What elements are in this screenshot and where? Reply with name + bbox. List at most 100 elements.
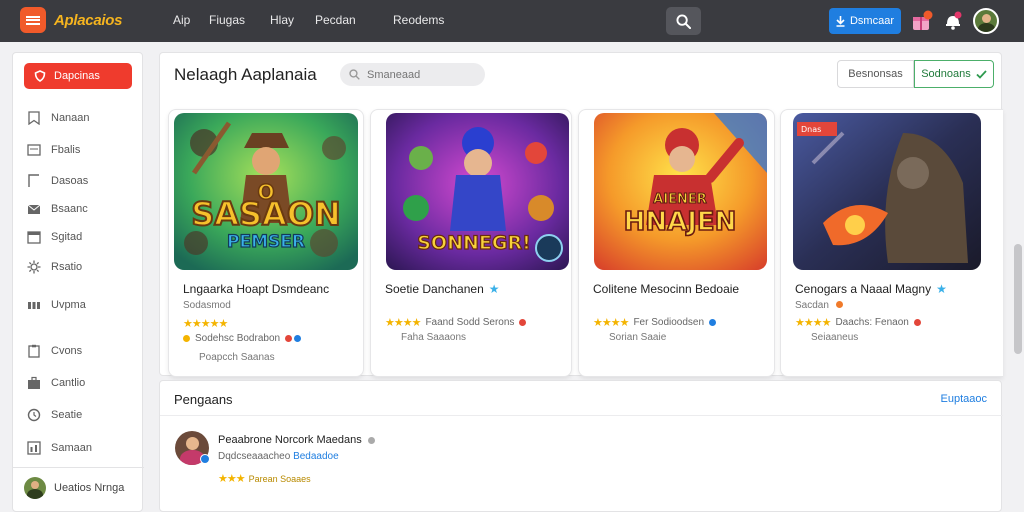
- divider: [160, 415, 1003, 416]
- apps-panel: Nelaagh Aaplanaia Besnonsas Sodnoans SAS…: [159, 52, 1003, 377]
- avatar: [24, 477, 46, 499]
- sidebar-item-label: Bsaanc: [51, 203, 88, 215]
- search-input[interactable]: [367, 68, 477, 81]
- app-art-2: SONNEGR!: [386, 113, 569, 270]
- logo-text: Aplacaios: [54, 11, 123, 29]
- app-name-4: Cenogars a Naaal Magny ★: [795, 282, 947, 296]
- app-card-4[interactable]: Dnas Cenogars a Naaal Magny ★ Sacdan ★★★…: [780, 109, 1003, 377]
- search-icon: [349, 69, 360, 80]
- status-dot-icon: [709, 319, 717, 326]
- nav-item-5[interactable]: Reodems: [393, 13, 444, 27]
- segment-right[interactable]: Sodnoans: [914, 60, 994, 88]
- download-button[interactable]: Dsmcaar: [829, 8, 901, 34]
- bell-icon[interactable]: [941, 10, 965, 32]
- badge-icon: [183, 335, 190, 342]
- verified-star-icon: ★: [488, 282, 500, 296]
- app-meta-text: Daachs: Fenaon: [835, 317, 909, 328]
- app-publisher-1: Sodasmod: [183, 300, 231, 311]
- app-meta-text: Fer Sodioodsen: [633, 317, 705, 328]
- scrollbar-thumb[interactable]: [1014, 244, 1022, 354]
- segment-right-label: Sodnoans: [921, 68, 971, 80]
- sidebar-primary-button[interactable]: Dapcinas: [24, 63, 132, 89]
- calendar-icon: [27, 231, 41, 244]
- sidebar-item-label: Cantlio: [51, 377, 86, 389]
- verified-star-icon: ★: [936, 282, 947, 296]
- app-sub-1: Poapcch Saanas: [199, 352, 275, 363]
- sidebar-item-label: Seatie: [51, 409, 83, 421]
- app-rating-2: ★★★★ Faand Sodd Serons: [385, 316, 527, 329]
- app-card-1[interactable]: SASAON O PEMSER Lngaarka Hoapt Dsmdeanc …: [168, 109, 364, 377]
- sidebar: Dapcinas Nanaan Fbalis Dasoas Bsaanc Sgi…: [12, 52, 144, 512]
- app-publisher-text: Sacdan: [795, 300, 829, 311]
- app-logo[interactable]: Aplacaios: [20, 7, 122, 33]
- download-label: Dsmcaar: [849, 15, 894, 27]
- app-rating-3: ★★★★ Fer Sodioodsen: [593, 316, 717, 329]
- download-icon: [836, 15, 845, 27]
- top-search-button[interactable]: [666, 7, 701, 35]
- user-avatar[interactable]: [973, 8, 999, 34]
- gift-icon[interactable]: [910, 10, 934, 32]
- sidebar-item-2[interactable]: Fbalis: [27, 143, 80, 157]
- bookmark-icon: [28, 111, 40, 125]
- nav-item-2[interactable]: Fiugas: [209, 13, 245, 27]
- app-sub-3: Sorian Saaie: [609, 332, 667, 343]
- app-sub-2: Faha Saaaons: [401, 332, 467, 343]
- app-rating-1: ★★★★★: [183, 317, 228, 330]
- sidebar-item-4[interactable]: Bsaanc: [27, 202, 88, 216]
- reviewer-name-text: Peaabrone Norcork Maedans: [218, 434, 362, 446]
- star-rating: ★★★: [218, 473, 246, 485]
- review-rating: ★★★ Parean Soaaes: [218, 472, 311, 485]
- sidebar-item-8[interactable]: Cvons: [27, 344, 82, 358]
- sidebar-item-9[interactable]: Cantlio: [27, 376, 85, 390]
- sidebar-user[interactable]: Ueatios Nrnga: [24, 477, 124, 499]
- segment-left-label: Besnonsas: [848, 68, 903, 80]
- app-publisher-4: Sacdan: [795, 300, 843, 311]
- reviews-title: Pengaans: [174, 392, 233, 407]
- sidebar-item-11[interactable]: Samaan: [27, 441, 92, 455]
- briefcase-icon: [28, 376, 40, 389]
- status-dot-icon: [285, 335, 293, 342]
- status-dot-icon: [519, 319, 527, 326]
- app-art-title-3: HNAJEN: [624, 207, 737, 237]
- reviewer-name[interactable]: Peaabrone Norcork Maedans: [218, 434, 375, 446]
- app-card-3[interactable]: AIENER HNAJEN Colitene Mesocinn Bedoaie …: [578, 109, 775, 377]
- sidebar-divider: [13, 467, 144, 468]
- app-name-text: Soetie Danchanen: [385, 282, 484, 296]
- app-art-3: AIENER HNAJEN: [594, 113, 767, 270]
- app-art-4: Dnas: [793, 113, 981, 270]
- sidebar-item-5[interactable]: Sgitad: [27, 230, 82, 244]
- app-name-2: Soetie Danchanen ★: [385, 282, 500, 296]
- sidebar-item-label: Uvpma: [51, 299, 86, 311]
- app-card-2[interactable]: SONNEGR! Soetie Danchanen ★ ★★★★ Faand S…: [370, 109, 572, 377]
- nav-item-4[interactable]: Pecdan: [315, 13, 356, 27]
- sidebar-item-label: Cvons: [51, 345, 83, 357]
- sidebar-item-7[interactable]: Uvpma: [27, 298, 86, 312]
- apps-search[interactable]: [340, 63, 485, 86]
- app-meta-text: Faand Sodd Serons: [425, 317, 515, 328]
- app-name-text: Cenogars a Naaal Magny: [795, 282, 932, 296]
- sidebar-item-3[interactable]: Dasoas: [27, 174, 88, 188]
- sidebar-item-10[interactable]: Seatie: [27, 408, 82, 422]
- nav-item-1[interactable]: Aip: [173, 13, 190, 27]
- app-name-1: Lngaarka Hoapt Dsmdeanc: [183, 282, 329, 296]
- reviews-link[interactable]: Euptaaoc: [941, 393, 987, 405]
- app-meta-1: Sodehsc Bodrabon: [183, 333, 302, 344]
- app-art-extra-1: O: [257, 180, 274, 204]
- page-scrollbar[interactable]: [1012, 44, 1024, 512]
- review-subtitle: Dqdcseaaacheo Bedaadoe: [218, 451, 339, 462]
- sidebar-item-6[interactable]: Rsatio: [27, 260, 82, 274]
- app-art-title-2: SONNEGR!: [417, 232, 531, 254]
- sidebar-item-1[interactable]: Nanaan: [27, 111, 90, 125]
- review-subtitle-highlight[interactable]: Bedaadoe: [293, 451, 339, 462]
- app-art-subtitle-1: PEMSER: [227, 232, 305, 252]
- grid-icon: [28, 302, 40, 309]
- clipboard-icon: [28, 344, 40, 358]
- reviews-panel: Pengaans Euptaaoc Peaabrone Norcork Maed…: [159, 380, 1003, 512]
- nav-item-3[interactable]: Hlay: [270, 13, 294, 27]
- status-dot-icon: [913, 319, 921, 326]
- top-bar: Aplacaios Aip Fiugas Hlay Pecdan Reodems…: [0, 0, 1024, 42]
- page-title: Nelaagh Aaplanaia: [174, 65, 317, 84]
- segment-left[interactable]: Besnonsas: [837, 60, 914, 88]
- check-icon: [976, 69, 987, 79]
- star-rating: ★★★★: [385, 317, 421, 329]
